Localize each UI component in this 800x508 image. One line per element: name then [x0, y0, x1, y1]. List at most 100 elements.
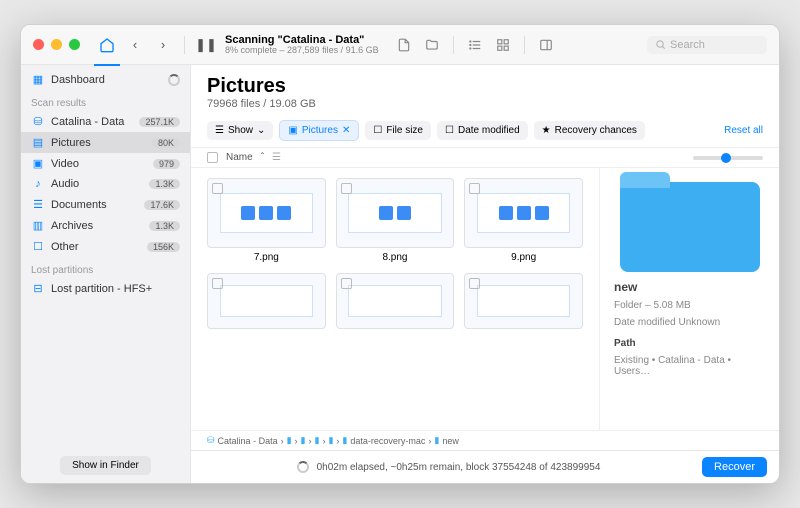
sidebar-item-video[interactable]: ▣Video979 — [21, 153, 190, 174]
sidebar-item-catalina[interactable]: ⛁Catalina - Data257.1K — [21, 111, 190, 132]
audio-icon: ♪ — [31, 178, 45, 190]
other-icon: ☐ — [31, 240, 45, 253]
image-icon: ▣ — [288, 125, 297, 136]
pictures-icon: ▤ — [31, 136, 45, 149]
grid-item[interactable] — [336, 273, 455, 329]
disk-icon: ⛁ — [31, 115, 45, 128]
item-checkbox[interactable] — [341, 278, 352, 289]
folder-icon: ▮ — [301, 435, 306, 446]
spinner-icon — [297, 461, 309, 473]
folder-icon: ▮ — [314, 435, 319, 446]
folder-icon: ▮ — [328, 435, 333, 446]
item-checkbox[interactable] — [212, 278, 223, 289]
item-label: 8.png — [336, 252, 455, 263]
search-icon — [655, 39, 666, 50]
column-options-icon[interactable]: ☰ — [272, 152, 281, 163]
zoom-window[interactable] — [69, 39, 80, 50]
minimize-window[interactable] — [51, 39, 62, 50]
disk-icon: ⛁ — [207, 435, 215, 446]
archives-icon: ▥ — [31, 219, 45, 232]
partition-icon: ⊟ — [31, 282, 45, 295]
show-in-finder-button[interactable]: Show in Finder — [60, 456, 151, 475]
sidebar-item-other[interactable]: ☐Other156K — [21, 236, 190, 257]
item-label: 9.png — [464, 252, 583, 263]
sidebar-item-archives[interactable]: ▥Archives1.3K — [21, 215, 190, 236]
filter-bar: ☰Show⌄ ▣Pictures✕ ☐File size ☐Date modif… — [191, 114, 779, 147]
grid-item[interactable]: 7.png — [207, 178, 326, 263]
item-checkbox[interactable] — [469, 183, 480, 194]
show-dropdown[interactable]: ☰Show⌄ — [207, 121, 273, 140]
filter-filesize[interactable]: ☐File size — [365, 121, 431, 140]
grid-view-icon[interactable] — [494, 36, 512, 54]
results-grid: 7.png 8.png 9.png — [191, 168, 599, 430]
scan-title: Scanning "Catalina - Data" — [225, 34, 385, 46]
sidebar-item-documents[interactable]: ☰Documents17.6K — [21, 194, 190, 215]
sidebar-dashboard[interactable]: ▦ Dashboard — [21, 69, 190, 90]
preview-meta: Folder – 5.08 MB — [614, 300, 765, 311]
preview-date: Date modified Unknown — [614, 317, 765, 328]
folder-view-icon[interactable] — [423, 36, 441, 54]
list-view-icon[interactable] — [466, 36, 484, 54]
chevron-down-icon: ⌄ — [257, 125, 265, 136]
scan-results-header: Scan results — [21, 90, 190, 111]
app-window: ‹ › ❚❚ Scanning "Catalina - Data" 8% com… — [20, 24, 780, 484]
page-title: Pictures — [207, 75, 763, 98]
heading: Pictures 79968 files / 19.08 GB — [191, 65, 779, 114]
star-icon: ★ — [542, 125, 551, 136]
clear-icon[interactable]: ✕ — [342, 125, 350, 136]
preview-path: Existing • Catalina - Data • Users… — [614, 355, 765, 377]
filter-pictures[interactable]: ▣Pictures✕ — [279, 120, 359, 141]
filter-date[interactable]: ☐Date modified — [437, 121, 528, 140]
filter-recovery[interactable]: ★Recovery chances — [534, 121, 645, 140]
sidebar-item-audio[interactable]: ♪Audio1.3K — [21, 174, 190, 194]
search-placeholder: Search — [670, 39, 705, 51]
item-checkbox[interactable] — [212, 183, 223, 194]
page-subtitle: 79968 files / 19.08 GB — [207, 98, 763, 110]
calendar-icon: ☐ — [445, 125, 454, 136]
breadcrumb[interactable]: ⛁Catalina - Data › ▮ › ▮ › ▮ › ▮ › ▮data… — [191, 430, 779, 450]
sidebar-item-pictures[interactable]: ▤Pictures80K — [21, 132, 190, 153]
spinner-icon — [168, 74, 180, 86]
thumbnail-size-slider[interactable] — [693, 156, 763, 160]
dashboard-icon: ▦ — [31, 73, 45, 86]
file-view-icon[interactable] — [395, 36, 413, 54]
sidebar-item-lost-partition[interactable]: ⊟Lost partition - HFS+ — [21, 278, 190, 299]
sort-asc-icon[interactable]: ˆ — [261, 152, 264, 163]
search-input[interactable]: Search — [647, 36, 767, 54]
home-icon[interactable] — [98, 36, 116, 54]
item-checkbox[interactable] — [341, 183, 352, 194]
video-icon: ▣ — [31, 157, 45, 170]
folder-icon — [620, 182, 760, 272]
name-column[interactable]: Name — [226, 152, 253, 163]
nav-group: ‹ › ❚❚ — [98, 36, 215, 54]
traffic-lights — [33, 39, 80, 50]
preview-name: new — [614, 280, 765, 294]
sidebar: ▦ Dashboard Scan results ⛁Catalina - Dat… — [21, 65, 191, 483]
grid-item[interactable]: 9.png — [464, 178, 583, 263]
forward-icon[interactable]: › — [154, 36, 172, 54]
preview-path-header: Path — [614, 338, 765, 349]
recover-button[interactable]: Recover — [702, 457, 767, 477]
folder-icon: ▮ — [342, 435, 347, 446]
main-panel: Pictures 79968 files / 19.08 GB ☰Show⌄ ▣… — [191, 65, 779, 483]
back-icon[interactable]: ‹ — [126, 36, 144, 54]
preview-toggle-icon[interactable] — [537, 36, 555, 54]
close-window[interactable] — [33, 39, 44, 50]
pause-icon[interactable]: ❚❚ — [197, 36, 215, 54]
preview-panel: new Folder – 5.08 MB Date modified Unkno… — [599, 168, 779, 430]
grid-item[interactable]: 8.png — [336, 178, 455, 263]
titlebar: ‹ › ❚❚ Scanning "Catalina - Data" 8% com… — [21, 25, 779, 65]
grid-item[interactable] — [464, 273, 583, 329]
list-header: Name ˆ ☰ — [191, 147, 779, 168]
documents-icon: ☰ — [31, 198, 45, 211]
grid-item[interactable] — [207, 273, 326, 329]
status-bar: 0h02m elapsed, ~0h25m remain, block 3755… — [191, 450, 779, 483]
item-checkbox[interactable] — [469, 278, 480, 289]
status-text: 0h02m elapsed, ~0h25m remain, block 3755… — [317, 462, 601, 473]
menu-icon: ☰ — [215, 125, 224, 136]
folder-icon: ▮ — [434, 435, 439, 446]
reset-all-link[interactable]: Reset all — [724, 125, 763, 136]
scan-subtitle: 8% complete – 287,589 files / 91.6 GB — [225, 46, 385, 56]
select-all-checkbox[interactable] — [207, 152, 218, 163]
folder-icon: ▮ — [287, 435, 292, 446]
